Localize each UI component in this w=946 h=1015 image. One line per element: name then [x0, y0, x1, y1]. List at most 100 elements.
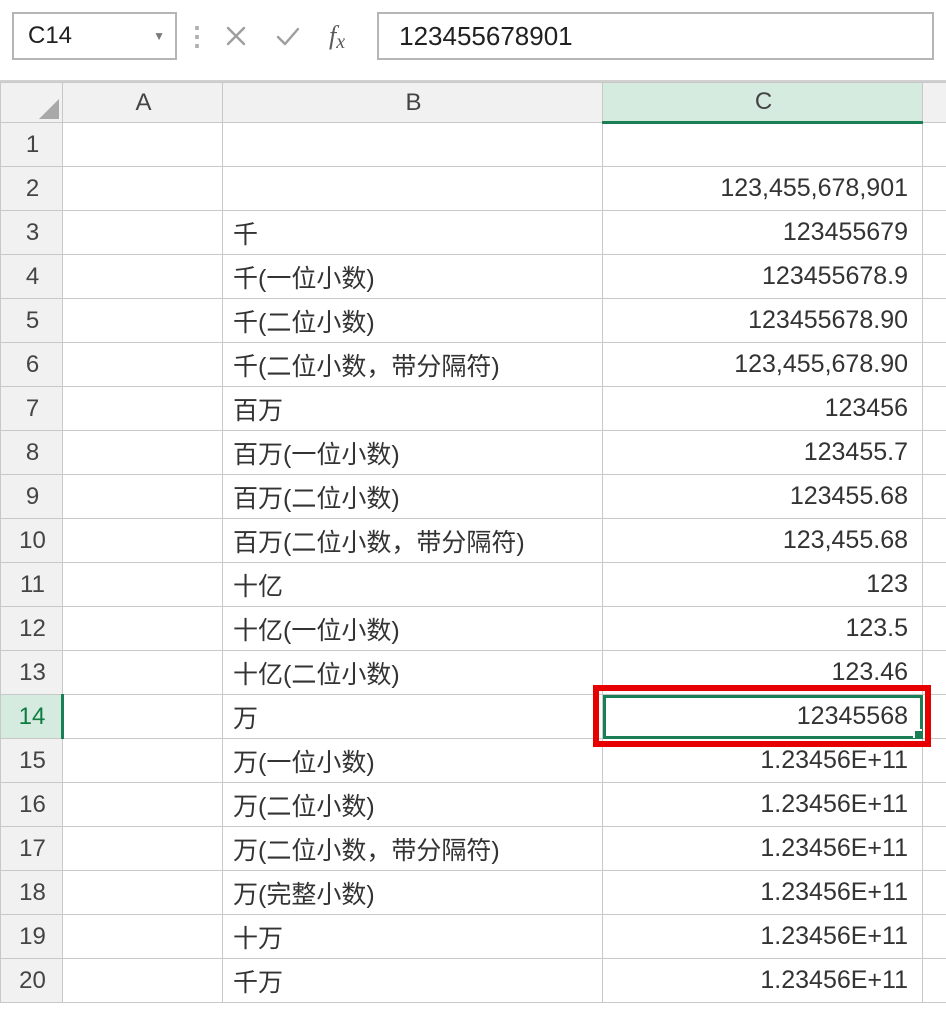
cell-A[interactable] — [63, 255, 223, 299]
cell-B[interactable]: 千(二位小数) — [223, 299, 603, 343]
cell-A[interactable] — [63, 475, 223, 519]
cell-A[interactable] — [63, 827, 223, 871]
cell-A[interactable] — [63, 871, 223, 915]
cell-extra[interactable] — [923, 431, 946, 475]
row-header[interactable]: 6 — [1, 343, 63, 387]
cell-A[interactable] — [63, 651, 223, 695]
row-header[interactable]: 20 — [1, 959, 63, 1003]
row-header[interactable]: 5 — [1, 299, 63, 343]
row-header[interactable]: 11 — [1, 563, 63, 607]
cell-C[interactable]: 123455678.9 — [603, 255, 923, 299]
cell-B[interactable]: 万(一位小数) — [223, 739, 603, 783]
cell-extra[interactable] — [923, 211, 946, 255]
cell-C[interactable] — [603, 123, 923, 167]
cell-A[interactable] — [63, 607, 223, 651]
cell-C[interactable]: 123455.7 — [603, 431, 923, 475]
cell-B[interactable]: 千 — [223, 211, 603, 255]
cell-extra[interactable] — [923, 519, 946, 563]
cell-B[interactable]: 十亿 — [223, 563, 603, 607]
cell-B[interactable]: 万(二位小数，带分隔符) — [223, 827, 603, 871]
cell-B[interactable]: 十亿(一位小数) — [223, 607, 603, 651]
cell-B[interactable]: 千(二位小数，带分隔符) — [223, 343, 603, 387]
cell-A[interactable] — [63, 167, 223, 211]
cell-extra[interactable] — [923, 607, 946, 651]
cell-B[interactable]: 万(完整小数) — [223, 871, 603, 915]
cell-C[interactable]: 123456 — [603, 387, 923, 431]
cell-A[interactable] — [63, 915, 223, 959]
row-header[interactable]: 9 — [1, 475, 63, 519]
row-header[interactable]: 16 — [1, 783, 63, 827]
cell-B[interactable]: 千(一位小数) — [223, 255, 603, 299]
cell-extra[interactable] — [923, 167, 946, 211]
cell-C[interactable]: 1.23456E+11 — [603, 959, 923, 1003]
cell-extra[interactable] — [923, 343, 946, 387]
cell-C[interactable]: 1.23456E+11 — [603, 827, 923, 871]
select-all-corner[interactable] — [1, 83, 63, 123]
cell-A[interactable] — [63, 343, 223, 387]
cell-C[interactable]: 1.23456E+11 — [603, 739, 923, 783]
cell-A[interactable] — [63, 123, 223, 167]
cell-extra[interactable] — [923, 695, 946, 739]
cell-C[interactable]: 123,455,678,901 — [603, 167, 923, 211]
cell-C[interactable]: 123,455.68 — [603, 519, 923, 563]
cell-C[interactable]: 123455678.90 — [603, 299, 923, 343]
cell-A[interactable] — [63, 739, 223, 783]
row-header[interactable]: 8 — [1, 431, 63, 475]
row-header[interactable]: 10 — [1, 519, 63, 563]
cell-extra[interactable] — [923, 783, 946, 827]
cell-extra[interactable] — [923, 959, 946, 1003]
cell-A[interactable] — [63, 695, 223, 739]
cell-extra[interactable] — [923, 871, 946, 915]
cell-A[interactable] — [63, 519, 223, 563]
cell-B[interactable]: 千万 — [223, 959, 603, 1003]
formula-input[interactable]: 123455678901 — [377, 12, 934, 60]
cell-C[interactable]: 123455679 — [603, 211, 923, 255]
cell-A[interactable] — [63, 959, 223, 1003]
row-header[interactable]: 17 — [1, 827, 63, 871]
row-header[interactable]: 7 — [1, 387, 63, 431]
cell-C[interactable]: 123,455,678.90 — [603, 343, 923, 387]
row-header[interactable]: 13 — [1, 651, 63, 695]
row-header[interactable]: 12 — [1, 607, 63, 651]
cell-extra[interactable] — [923, 123, 946, 167]
cell-extra[interactable] — [923, 475, 946, 519]
col-header-extra[interactable] — [923, 83, 946, 123]
cell-C[interactable]: 1.23456E+11 — [603, 915, 923, 959]
enter-icon[interactable] — [275, 25, 301, 47]
row-header[interactable]: 1 — [1, 123, 63, 167]
cell-C[interactable]: 123.46 — [603, 651, 923, 695]
cell-extra[interactable] — [923, 739, 946, 783]
cell-B[interactable]: 百万(一位小数) — [223, 431, 603, 475]
cell-extra[interactable] — [923, 563, 946, 607]
row-header[interactable]: 19 — [1, 915, 63, 959]
cell-B[interactable]: 百万(二位小数，带分隔符) — [223, 519, 603, 563]
cell-B[interactable]: 万(二位小数) — [223, 783, 603, 827]
cell-B[interactable] — [223, 167, 603, 211]
cell-B[interactable]: 十亿(二位小数) — [223, 651, 603, 695]
cell-A[interactable] — [63, 211, 223, 255]
row-header[interactable]: 15 — [1, 739, 63, 783]
cell-C[interactable]: 12345568 — [603, 695, 923, 739]
cell-B[interactable]: 百万(二位小数) — [223, 475, 603, 519]
cell-A[interactable] — [63, 783, 223, 827]
fx-icon[interactable]: fx — [329, 21, 355, 51]
cancel-icon[interactable] — [225, 25, 247, 47]
col-header-B[interactable]: B — [223, 83, 603, 123]
cell-extra[interactable] — [923, 299, 946, 343]
cell-A[interactable] — [63, 563, 223, 607]
row-header[interactable]: 4 — [1, 255, 63, 299]
cell-extra[interactable] — [923, 915, 946, 959]
cell-B[interactable] — [223, 123, 603, 167]
row-header[interactable]: 14 — [1, 695, 63, 739]
cell-extra[interactable] — [923, 255, 946, 299]
cell-B[interactable]: 十万 — [223, 915, 603, 959]
col-header-C[interactable]: C — [603, 83, 923, 123]
col-header-A[interactable]: A — [63, 83, 223, 123]
cell-A[interactable] — [63, 299, 223, 343]
row-header[interactable]: 3 — [1, 211, 63, 255]
name-box[interactable]: C14 ▼ — [12, 12, 177, 60]
row-header[interactable]: 2 — [1, 167, 63, 211]
cell-C[interactable]: 1.23456E+11 — [603, 783, 923, 827]
cell-extra[interactable] — [923, 827, 946, 871]
cell-C[interactable]: 123 — [603, 563, 923, 607]
